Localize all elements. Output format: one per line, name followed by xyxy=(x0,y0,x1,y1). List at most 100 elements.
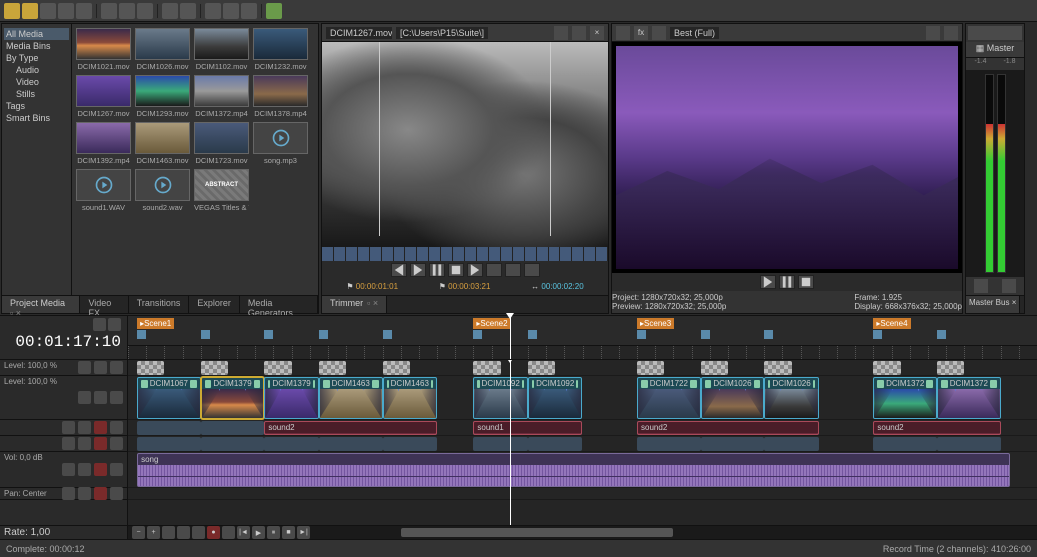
audio-clip-linked[interactable] xyxy=(764,437,819,451)
track-mute-button[interactable] xyxy=(62,487,75,500)
clip-fx-icon[interactable] xyxy=(205,380,212,388)
trimmer-play-button[interactable] xyxy=(410,263,426,277)
scroll-thumb[interactable] xyxy=(401,528,674,537)
track-mute-button[interactable] xyxy=(62,437,75,450)
audio-clip-linked[interactable] xyxy=(264,437,319,451)
media-item[interactable]: sound1.WAV xyxy=(76,169,131,212)
tl-record-button[interactable]: ● xyxy=(207,526,220,539)
media-item[interactable]: DCIM1293.mov xyxy=(135,75,190,118)
tl-btn-a[interactable] xyxy=(177,526,190,539)
clip-gen-icon[interactable] xyxy=(313,380,315,388)
open-button[interactable] xyxy=(22,3,38,19)
video-clip[interactable]: DCIM1026 xyxy=(764,377,819,419)
tab-transitions[interactable]: Transitions xyxy=(129,296,190,313)
video-clip[interactable]: DCIM1092 xyxy=(473,377,528,419)
track-fx-button[interactable] xyxy=(110,487,123,500)
media-item[interactable]: DCIM1392.mp4 xyxy=(76,122,131,165)
tab-project-media[interactable]: Project Media ▫ × xyxy=(2,296,80,313)
new-project-button[interactable] xyxy=(4,3,20,19)
audio-clip[interactable]: sound2 xyxy=(637,421,819,435)
tl-pause-button[interactable]: ⏸ xyxy=(267,526,280,539)
video-clip[interactable]: DCIM1379 xyxy=(201,377,265,419)
preview-split-button[interactable] xyxy=(652,26,666,40)
tl-zoom-in[interactable]: + xyxy=(147,526,160,539)
video-clip-overlay[interactable] xyxy=(701,361,728,375)
video-clip[interactable]: DCIM1372 xyxy=(873,377,937,419)
preview-stop-button[interactable] xyxy=(798,275,814,289)
clip-fx-icon[interactable] xyxy=(477,380,479,388)
help-button[interactable] xyxy=(266,3,282,19)
audio-clip-linked[interactable] xyxy=(873,437,937,451)
tab-media-generators[interactable]: Media Generators xyxy=(240,296,318,313)
preview-pause-button[interactable] xyxy=(779,275,795,289)
timeline-zoom-scrollbar[interactable]: − + ● |◄ ▶ ⏸ ■ ►| xyxy=(128,526,1037,539)
track-fx-button[interactable] xyxy=(110,391,123,404)
video-clip-overlay[interactable] xyxy=(383,361,410,375)
track-header-2[interactable] xyxy=(0,420,127,436)
master-speaker-button[interactable] xyxy=(968,26,982,40)
clip-fx-icon[interactable] xyxy=(323,380,330,388)
track-header-1[interactable]: Level: 100,0 % xyxy=(0,376,127,420)
audio-clip-linked[interactable] xyxy=(637,437,701,451)
tl-loop-button[interactable] xyxy=(222,526,235,539)
clip-gen-icon[interactable] xyxy=(372,380,379,388)
snap-button[interactable] xyxy=(205,3,221,19)
audio-clip-linked[interactable] xyxy=(201,437,265,451)
video-clip-overlay[interactable] xyxy=(873,361,900,375)
trimmer-loop-button[interactable] xyxy=(486,263,502,277)
video-clip-overlay[interactable] xyxy=(264,361,291,375)
video-clip-overlay[interactable] xyxy=(637,361,664,375)
trimmer-next-button[interactable] xyxy=(467,263,483,277)
track-header-3[interactable] xyxy=(0,436,127,452)
tl-play-button[interactable]: ▶ xyxy=(252,526,265,539)
track-arm-button[interactable] xyxy=(94,437,107,450)
save-button[interactable] xyxy=(40,3,56,19)
tl-stop-button[interactable]: ■ xyxy=(282,526,295,539)
audio-clip-linked[interactable] xyxy=(383,437,438,451)
audio-clip-linked[interactable] xyxy=(528,437,583,451)
preview-snapshot-button[interactable] xyxy=(944,26,958,40)
media-item[interactable]: song.mp3 xyxy=(253,122,308,165)
audio-clip[interactable]: sound1 xyxy=(473,421,582,435)
media-item[interactable]: DCIM1463.mov xyxy=(135,122,190,165)
clip-gen-icon[interactable] xyxy=(190,380,197,388)
autocrossfade-button[interactable] xyxy=(241,3,257,19)
video-clip-overlay[interactable] xyxy=(764,361,791,375)
clip-fx-icon[interactable] xyxy=(532,380,534,388)
media-item[interactable]: DCIM1021.mov xyxy=(76,28,131,71)
tl-zoom-out[interactable]: − xyxy=(132,526,145,539)
clip-gen-icon[interactable] xyxy=(690,380,697,388)
tl-btn-b[interactable] xyxy=(192,526,205,539)
clip-fx-icon[interactable] xyxy=(877,380,884,388)
track-mute-button[interactable] xyxy=(62,421,75,434)
audio-clip-linked[interactable] xyxy=(137,437,201,451)
track-solo-button[interactable] xyxy=(78,437,91,450)
properties-button[interactable] xyxy=(76,3,92,19)
tree-item-stills[interactable]: Stills xyxy=(4,88,69,100)
video-clip[interactable]: DCIM1067 xyxy=(137,377,201,419)
media-item[interactable]: ABSTRACTVEGAS Titles & Text abstract xyxy=(194,169,249,212)
tl-go-end[interactable]: ►| xyxy=(297,526,310,539)
trimmer-button-1[interactable] xyxy=(554,26,568,40)
video-clip[interactable]: DCIM1463 xyxy=(319,377,383,419)
tree-item-all-media[interactable]: All Media xyxy=(4,28,69,40)
trimmer-viewport[interactable] xyxy=(322,42,608,261)
audio-clip-linked[interactable] xyxy=(473,437,528,451)
clip-gen-icon[interactable] xyxy=(754,380,761,388)
track-fx-button[interactable] xyxy=(110,437,123,450)
clip-fx-icon[interactable] xyxy=(641,380,648,388)
master-mono-button[interactable] xyxy=(1009,26,1023,40)
clip-fx-icon[interactable] xyxy=(387,380,389,388)
audio-clip[interactable]: sound2 xyxy=(873,421,1000,435)
tree-item-tags[interactable]: Tags xyxy=(4,100,69,112)
tab-master-bus[interactable]: Master Bus × xyxy=(966,296,1020,313)
track-fx-button[interactable] xyxy=(110,463,123,476)
video-clip[interactable]: DCIM1026 xyxy=(701,377,765,419)
preview-fx-button[interactable]: fx xyxy=(634,26,648,40)
audio-clip-linked[interactable] xyxy=(137,421,201,435)
tree-item-by-type[interactable]: By Type xyxy=(4,52,69,64)
video-clip-overlay[interactable] xyxy=(528,361,555,375)
preview-ext-button[interactable] xyxy=(616,26,630,40)
tab-video-fx[interactable]: Video FX xyxy=(80,296,128,313)
track-mute-button[interactable] xyxy=(62,463,75,476)
